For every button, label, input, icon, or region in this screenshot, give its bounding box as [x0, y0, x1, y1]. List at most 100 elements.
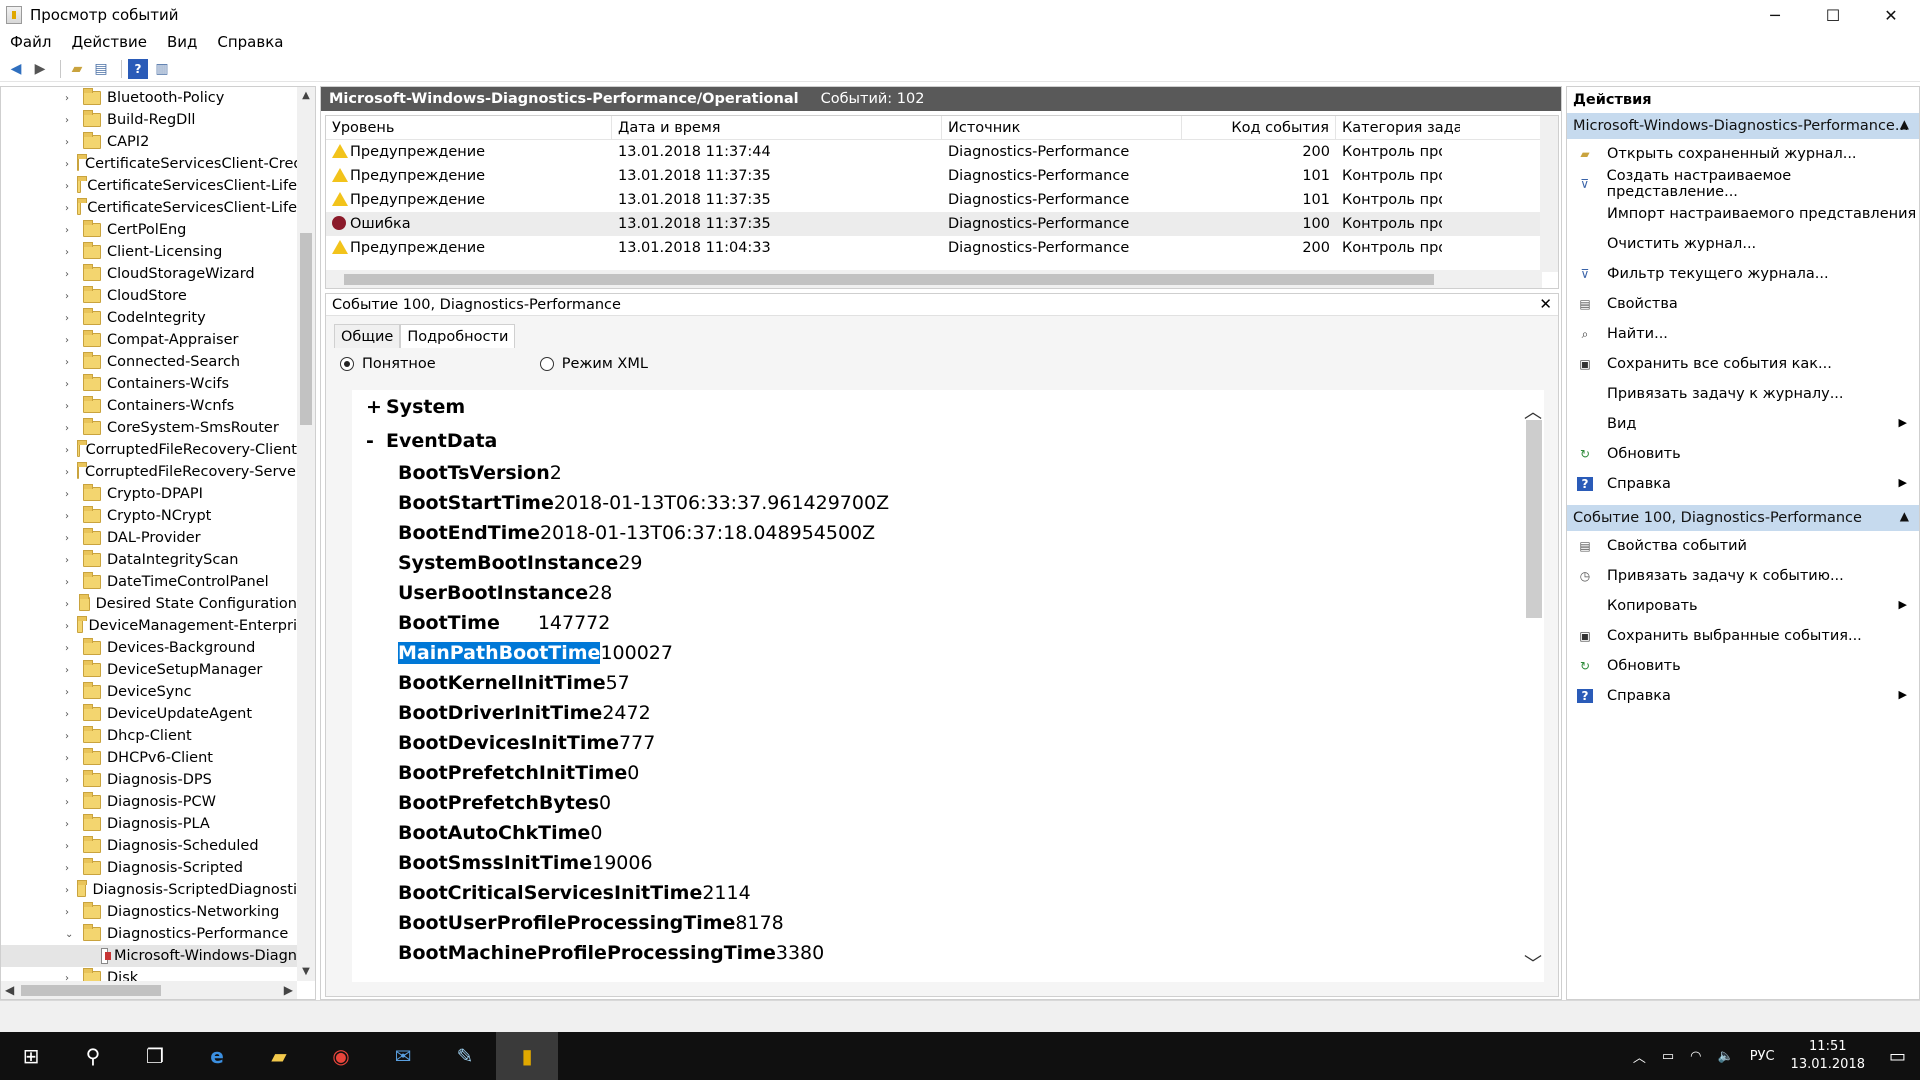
event-field[interactable]: SystemBootInstance29: [352, 548, 1544, 578]
chevron-right-icon[interactable]: ›: [65, 687, 75, 698]
show-hide-tree-icon[interactable]: ▤: [91, 59, 111, 79]
chevron-right-icon[interactable]: ›: [65, 93, 75, 104]
tree-item[interactable]: › Connected-Search: [1, 351, 297, 373]
forward-icon[interactable]: ▶: [30, 59, 50, 79]
event-field[interactable]: BootDevicesInitTime777: [352, 728, 1544, 758]
tree-item[interactable]: › CorruptedFileRecovery-Client: [1, 439, 297, 461]
table-row[interactable]: Предупреждение 13.01.2018 11:37:35 Diagnos…: [326, 188, 1558, 212]
action-item[interactable]: ▤ Свойства событий: [1567, 531, 1919, 561]
tab-details[interactable]: Подробности: [400, 324, 516, 348]
scroll-thumb[interactable]: [300, 233, 312, 425]
notepad-icon[interactable]: ✎: [434, 1032, 496, 1080]
event-field[interactable]: BootDriverInitTime2472: [352, 698, 1544, 728]
chevron-right-icon[interactable]: ›: [65, 467, 69, 478]
table-row[interactable]: Предупреждение 13.01.2018 11:37:35 Diagnos…: [326, 164, 1558, 188]
chevron-right-icon[interactable]: ›: [65, 731, 75, 742]
actions-group-event[interactable]: Событие 100, Diagnostics-Performance ▲: [1567, 505, 1919, 531]
expand-icon[interactable]: +: [366, 390, 386, 424]
chevron-right-icon[interactable]: ›: [65, 379, 75, 390]
event-field[interactable]: BootPrefetchBytes0: [352, 788, 1544, 818]
tree-item[interactable]: › CAPI2: [1, 131, 297, 153]
table-row[interactable]: Предупреждение 13.01.2018 11:37:44 Diagnos…: [326, 140, 1558, 164]
tree-item[interactable]: › Desired State Configuration: [1, 593, 297, 615]
eventdata-section[interactable]: - EventData: [352, 424, 1544, 458]
chevron-right-icon[interactable]: ›: [65, 489, 75, 500]
tree-item[interactable]: › Compat-Appraiser: [1, 329, 297, 351]
tree-item[interactable]: › Bluetooth-Policy: [1, 87, 297, 109]
tree-item[interactable]: › Diagnosis-Scheduled: [1, 835, 297, 857]
tree-item[interactable]: ⌄ Diagnostics-Performance: [1, 923, 297, 945]
show-hidden-icons-icon[interactable]: ︿: [1633, 1047, 1646, 1066]
chevron-down-icon[interactable]: ﹀: [1522, 950, 1544, 976]
tree-item[interactable]: › Client-Licensing: [1, 241, 297, 263]
chevron-right-icon[interactable]: ›: [65, 357, 75, 368]
tree-item[interactable]: › CertificateServicesClient-Life: [1, 175, 297, 197]
menu-action[interactable]: Действие: [71, 33, 147, 51]
scroll-thumb[interactable]: [21, 985, 161, 996]
action-item[interactable]: ⊽ Создать настраиваемое представление...: [1567, 168, 1919, 200]
chevron-right-icon[interactable]: ›: [65, 335, 75, 346]
tree-item[interactable]: › Crypto-NCrypt: [1, 505, 297, 527]
tree-item[interactable]: › DeviceManagement-Enterpri: [1, 615, 297, 637]
tree-item[interactable]: › CertPolEng: [1, 219, 297, 241]
language-indicator[interactable]: РУС: [1750, 1049, 1775, 1064]
tree-item[interactable]: › DAL-Provider: [1, 527, 297, 549]
battery-icon[interactable]: ▭: [1662, 1049, 1674, 1064]
tree-item[interactable]: › CodeIntegrity: [1, 307, 297, 329]
chevron-right-icon[interactable]: ›: [65, 247, 75, 258]
event-field[interactable]: BootSmssInitTime19006: [352, 848, 1544, 878]
event-field[interactable]: BootTsVersion2: [352, 458, 1544, 488]
tree-item[interactable]: › Diagnosis-PCW: [1, 791, 297, 813]
chevron-right-icon[interactable]: ›: [65, 577, 75, 588]
tree-item[interactable]: › Build-RegDll: [1, 109, 297, 131]
event-field[interactable]: UserBootInstance28: [352, 578, 1544, 608]
action-item[interactable]: Очистить журнал...: [1567, 229, 1919, 259]
maximize-button[interactable]: ☐: [1804, 0, 1862, 30]
tree-item[interactable]: › DHCPv6-Client: [1, 747, 297, 769]
tree-vertical-scrollbar[interactable]: ▲ ▼: [297, 87, 315, 981]
column-header-task-category[interactable]: Категория задачи: [1336, 116, 1460, 140]
scroll-thumb[interactable]: [344, 274, 1434, 285]
event-viewer-taskbar-icon[interactable]: ▮: [496, 1032, 558, 1080]
start-windows-icon[interactable]: ⊞: [0, 1032, 62, 1080]
chrome-icon[interactable]: ◉: [310, 1032, 372, 1080]
network-icon[interactable]: ◠: [1690, 1049, 1701, 1064]
tree-item[interactable]: › Crypto-DPAPI: [1, 483, 297, 505]
event-field[interactable]: BootAutoChkTime0: [352, 818, 1544, 848]
tree-item[interactable]: › CoreSystem-SmsRouter: [1, 417, 297, 439]
column-header-date[interactable]: Дата и время: [612, 116, 942, 140]
menu-view[interactable]: Вид: [167, 33, 197, 51]
event-field[interactable]: BootKernelInitTime57: [352, 668, 1544, 698]
event-field[interactable]: BootUserProfileProcessingTime8178: [352, 908, 1544, 938]
chevron-right-icon[interactable]: ›: [65, 599, 71, 610]
chevron-right-icon[interactable]: ›: [65, 225, 75, 236]
menu-help[interactable]: Справка: [217, 33, 283, 51]
chevron-right-icon[interactable]: ›: [65, 775, 75, 786]
collapse-icon[interactable]: ▲: [1900, 509, 1909, 523]
search-icon[interactable]: ⚲: [62, 1032, 124, 1080]
system-section[interactable]: + System: [352, 390, 1544, 424]
tree-item[interactable]: › CorruptedFileRecovery-Server: [1, 461, 302, 483]
chevron-right-icon[interactable]: ›: [65, 181, 69, 192]
chevron-right-icon[interactable]: ›: [65, 401, 75, 412]
event-field[interactable]: BootMachineProfileProcessingTime3380: [352, 938, 1544, 968]
column-header-event-code[interactable]: Код события: [1182, 116, 1336, 140]
scroll-left-icon[interactable]: ◀: [5, 981, 14, 999]
chevron-right-icon[interactable]: ›: [65, 269, 75, 280]
tree-item-selected-log[interactable]: Microsoft-Windows-Diagn: [1, 945, 297, 967]
menu-file[interactable]: Файл: [10, 33, 51, 51]
chevron-right-icon[interactable]: ›: [65, 643, 75, 654]
action-item[interactable]: Импорт настраиваемого представления: [1567, 199, 1919, 229]
action-item[interactable]: ? Справка ▶: [1567, 469, 1919, 499]
tree-item[interactable]: › DeviceUpdateAgent: [1, 703, 297, 725]
chevron-right-icon[interactable]: ›: [65, 291, 75, 302]
scroll-right-icon[interactable]: ▶: [284, 981, 293, 999]
close-icon[interactable]: ✕: [1539, 295, 1552, 313]
collapse-icon[interactable]: -: [366, 424, 386, 458]
scroll-thumb[interactable]: [1526, 420, 1542, 618]
chevron-right-icon[interactable]: ›: [65, 797, 75, 808]
detail-vertical-scrollbar[interactable]: ︿ ﹀: [1522, 390, 1544, 982]
show-hide-action-pane-icon[interactable]: ▥: [152, 59, 172, 79]
radio-friendly[interactable]: [340, 357, 354, 371]
scroll-up-icon[interactable]: ▲: [297, 87, 315, 105]
